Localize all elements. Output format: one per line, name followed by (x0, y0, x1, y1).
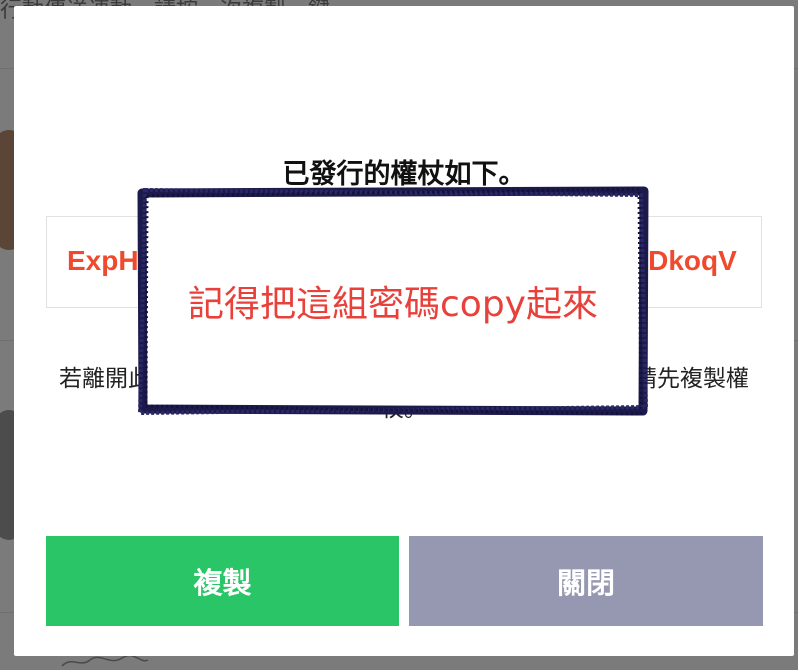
copy-button[interactable]: 複製 (46, 536, 399, 626)
close-button[interactable]: 關閉 (409, 536, 763, 626)
token-text-start[interactable]: ExpH (67, 245, 139, 277)
annotation-text: 記得把這組密碼copy起來 (188, 284, 598, 325)
background-scribble (61, 654, 149, 667)
handwritten-annotation: 記得把這組密碼copy起來 (137, 186, 649, 416)
